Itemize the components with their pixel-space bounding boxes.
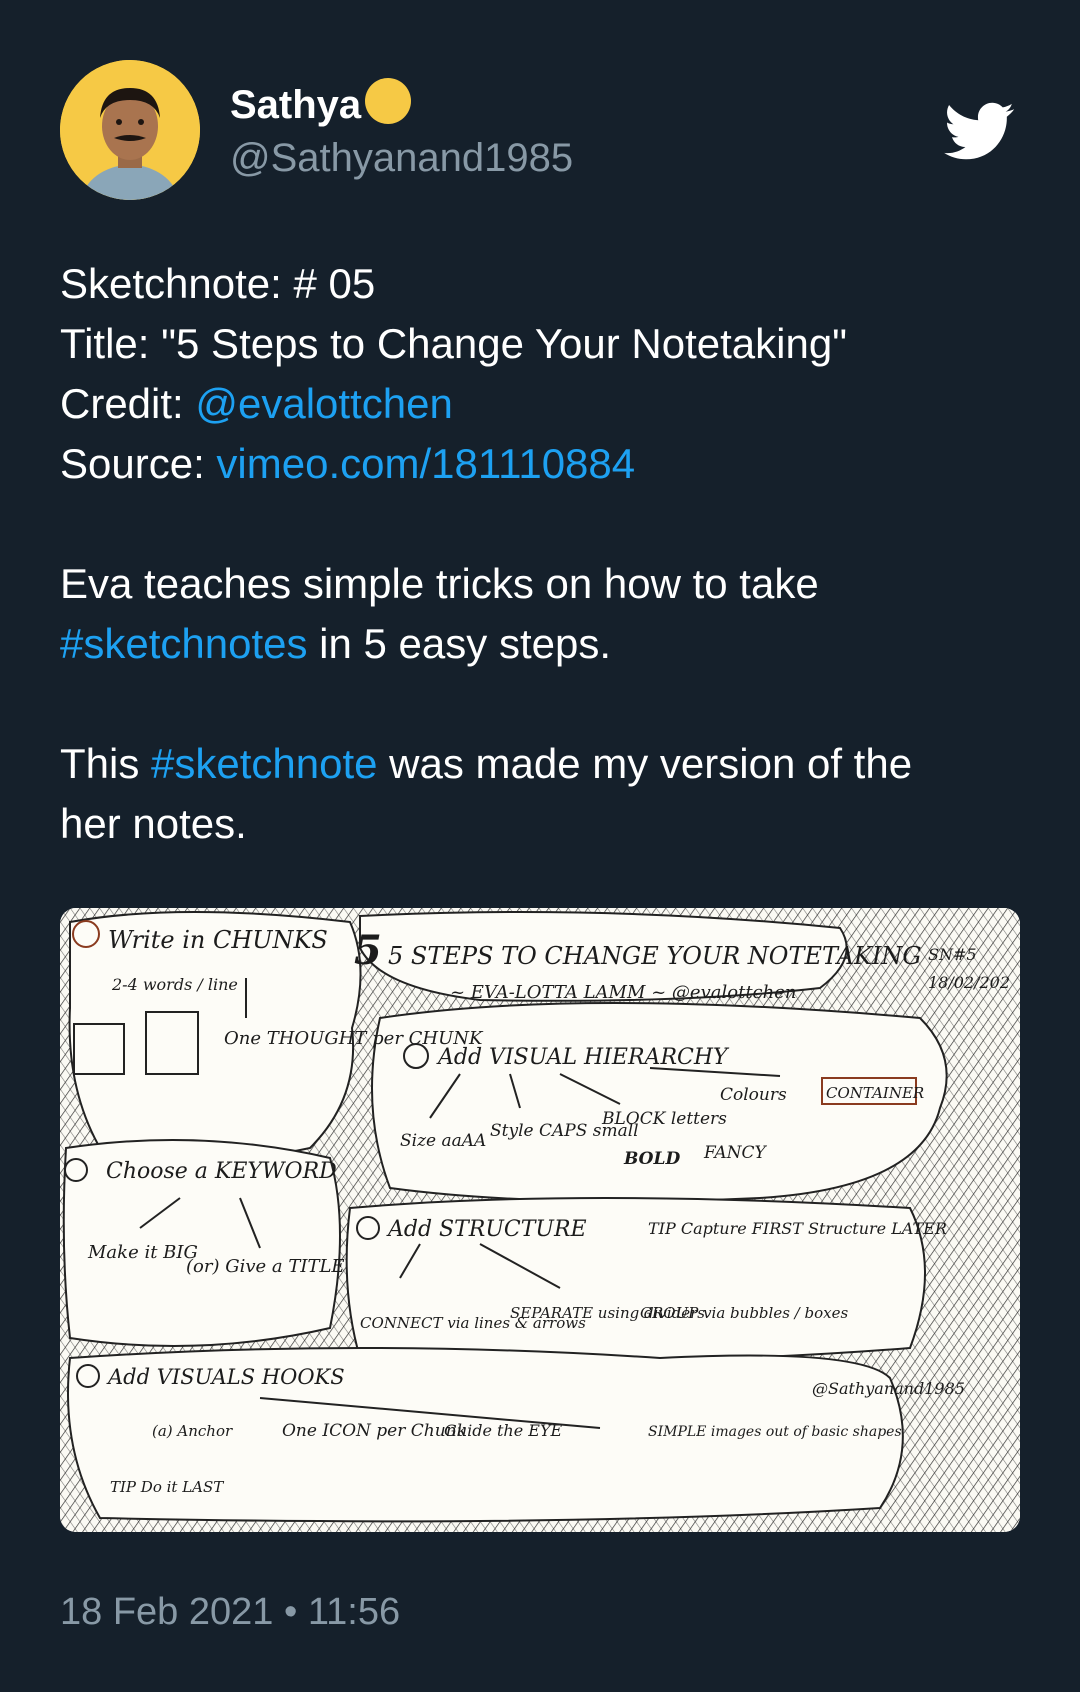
tweet-line: Eva teaches simple tricks on how to take <box>60 560 819 607</box>
line-prefix: Source: <box>60 440 217 487</box>
hashtag-link[interactable]: #sketchnote <box>151 740 378 787</box>
sketch-signature: @Sathyanand1985 <box>812 1379 965 1398</box>
source-link[interactable]: vimeo.com/181110884 <box>216 440 635 487</box>
avatar-portrait <box>60 60 200 200</box>
tweet-media-image[interactable]: 5 5 STEPS TO CHANGE YOUR NOTETAKING ~ EV… <box>60 908 1020 1532</box>
sketch-byline: ~ EVA-LOTTA LAMM ~ @evalottchen <box>450 982 796 1003</box>
step3-item: FANCY <box>703 1143 767 1163</box>
tweet-timestamp[interactable]: 18 Feb 2021 • 11:56 <box>60 1588 400 1636</box>
emoji-circle-icon <box>365 78 412 124</box>
line-prefix: Credit: <box>60 380 196 427</box>
step2-heading: Choose a KEYWORD <box>106 1159 337 1184</box>
hashtag-link[interactable]: #sketchnotes <box>60 620 308 667</box>
step5-item: One ICON per Chunk <box>282 1421 467 1441</box>
step1-note: 2-4 words / line <box>111 975 238 994</box>
line-suffix: in 5 easy steps. <box>307 620 611 667</box>
step3-heading: Add VISUAL HIERARCHY <box>436 1045 730 1070</box>
step3-item: Size aaAA <box>400 1131 486 1151</box>
step3-item: BOLD <box>623 1149 680 1169</box>
sketch-date: 18/02/202 <box>928 973 1010 992</box>
tweet-line: Source: vimeo.com/181110884 <box>60 434 1040 494</box>
step3-item: CONTAINER <box>826 1084 924 1102</box>
author-display-name[interactable]: Sathya <box>230 78 412 129</box>
line-suffix: was made my version of the <box>377 740 913 787</box>
tweet-text: Sketchnote: # 05 Title: "5 Steps to Chan… <box>60 254 1040 854</box>
twitter-bird-icon[interactable] <box>940 96 1020 166</box>
sketch-number: 5 <box>354 927 382 974</box>
tweet-line: Sketchnote: # 05 <box>60 260 376 307</box>
step4-tip: TIP Capture FIRST Structure LATER <box>648 1219 947 1238</box>
step4-heading: Add STRUCTURE <box>386 1217 587 1242</box>
mention-link[interactable]: @evalottchen <box>195 380 452 427</box>
tweet-line: her notes. <box>60 800 247 847</box>
step5-heading: Add VISUALS HOOKS <box>106 1365 345 1389</box>
step5-item: (a) Anchor <box>152 1422 233 1440</box>
step2-b: (or) Give a TITLE <box>186 1256 345 1277</box>
sketch-title: 5 STEPS TO CHANGE YOUR NOTETAKING <box>388 942 922 970</box>
author-handle[interactable]: @Sathyanand1985 <box>230 134 573 182</box>
step4-item: GROUP via bubbles / boxes <box>640 1304 848 1322</box>
step1-heading: Write in CHUNKS <box>108 926 328 954</box>
line-prefix: This <box>60 740 152 787</box>
step5-item: TIP Do it LAST <box>110 1478 224 1496</box>
sketch-badge: SN#5 <box>928 945 977 964</box>
tweet-line: This #sketchnote was made my version of … <box>60 734 1040 794</box>
step3-item: BLOCK letters <box>601 1109 727 1129</box>
tweet-line: #sketchnotes in 5 easy steps. <box>60 614 1040 674</box>
tweet-line: Credit: @evalottchen <box>60 374 1040 434</box>
display-name-text: Sathya <box>230 83 362 127</box>
step5-item: SIMPLE images out of basic shapes <box>648 1424 902 1440</box>
tweet-line: Title: "5 Steps to Change Your Notetakin… <box>60 320 848 367</box>
step3-item: Colours <box>720 1085 787 1105</box>
step2-a: Make it BIG <box>87 1242 198 1263</box>
sketchnote-drawing: 5 5 STEPS TO CHANGE YOUR NOTETAKING ~ EV… <box>60 908 1020 1532</box>
avatar[interactable] <box>60 60 200 200</box>
